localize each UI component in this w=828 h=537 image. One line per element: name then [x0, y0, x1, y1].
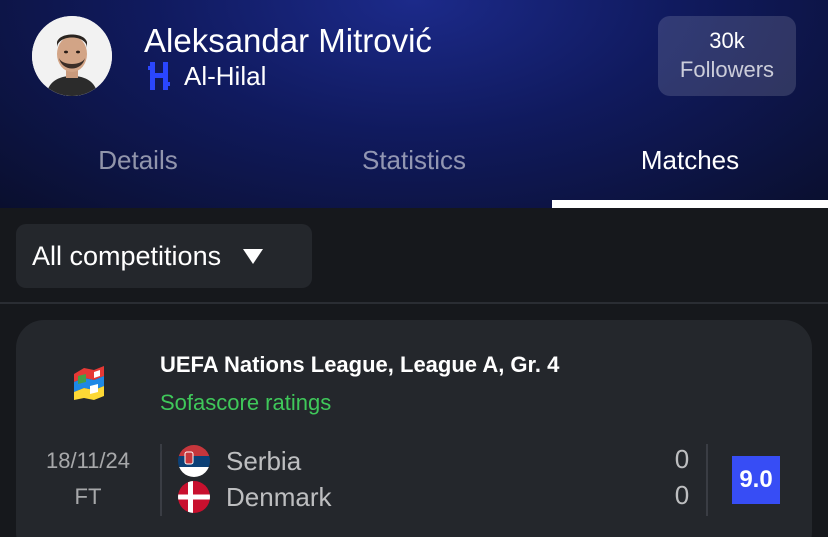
tab-matches[interactable]: Matches	[552, 132, 828, 208]
player-avatar	[32, 16, 112, 96]
home-team-name: Serbia	[226, 445, 302, 476]
followers-label: Followers	[679, 57, 775, 82]
divider	[160, 444, 162, 516]
home-team: Serbia	[178, 444, 301, 478]
serbia-flag-icon	[178, 445, 210, 477]
caret-down-icon	[243, 248, 264, 264]
follow-button[interactable]: 30k Followers	[658, 16, 796, 96]
home-score: 0	[674, 444, 690, 474]
player-name: Aleksandar Mitrović	[144, 22, 432, 59]
player-rating-badge: 9.0	[732, 456, 780, 504]
divider	[706, 444, 708, 516]
tab-bar: Details Statistics Matches	[0, 132, 828, 208]
filter-bar: All competitions	[0, 208, 828, 304]
competition-dropdown-label: All competitions	[32, 240, 222, 271]
ratings-subtitle: Sofascore ratings	[160, 390, 332, 415]
team-name: Al-Hilal	[184, 60, 267, 91]
player-header: Aleksandar Mitrović Al-Hilal 30k Followe…	[0, 0, 828, 208]
away-score: 0	[674, 480, 690, 510]
nations-league-logo-icon	[74, 366, 104, 400]
al-hilal-logo-icon	[148, 62, 170, 90]
competition-title: UEFA Nations League, League A, Gr. 4	[160, 352, 560, 377]
tab-statistics[interactable]: Statistics	[276, 132, 552, 208]
competition-dropdown[interactable]: All competitions	[16, 224, 312, 288]
away-team: Denmark	[178, 480, 331, 514]
team-link[interactable]: Al-Hilal	[146, 60, 266, 92]
away-team-name: Denmark	[226, 481, 332, 512]
match-status: FT	[74, 484, 102, 509]
tab-details[interactable]: Details	[0, 132, 276, 208]
followers-count: 30k	[709, 28, 745, 53]
denmark-flag-icon	[178, 481, 210, 513]
match-card[interactable]: UEFA Nations League, League A, Gr. 4 Sof…	[16, 320, 812, 537]
match-date: 18/11/24	[45, 448, 130, 473]
